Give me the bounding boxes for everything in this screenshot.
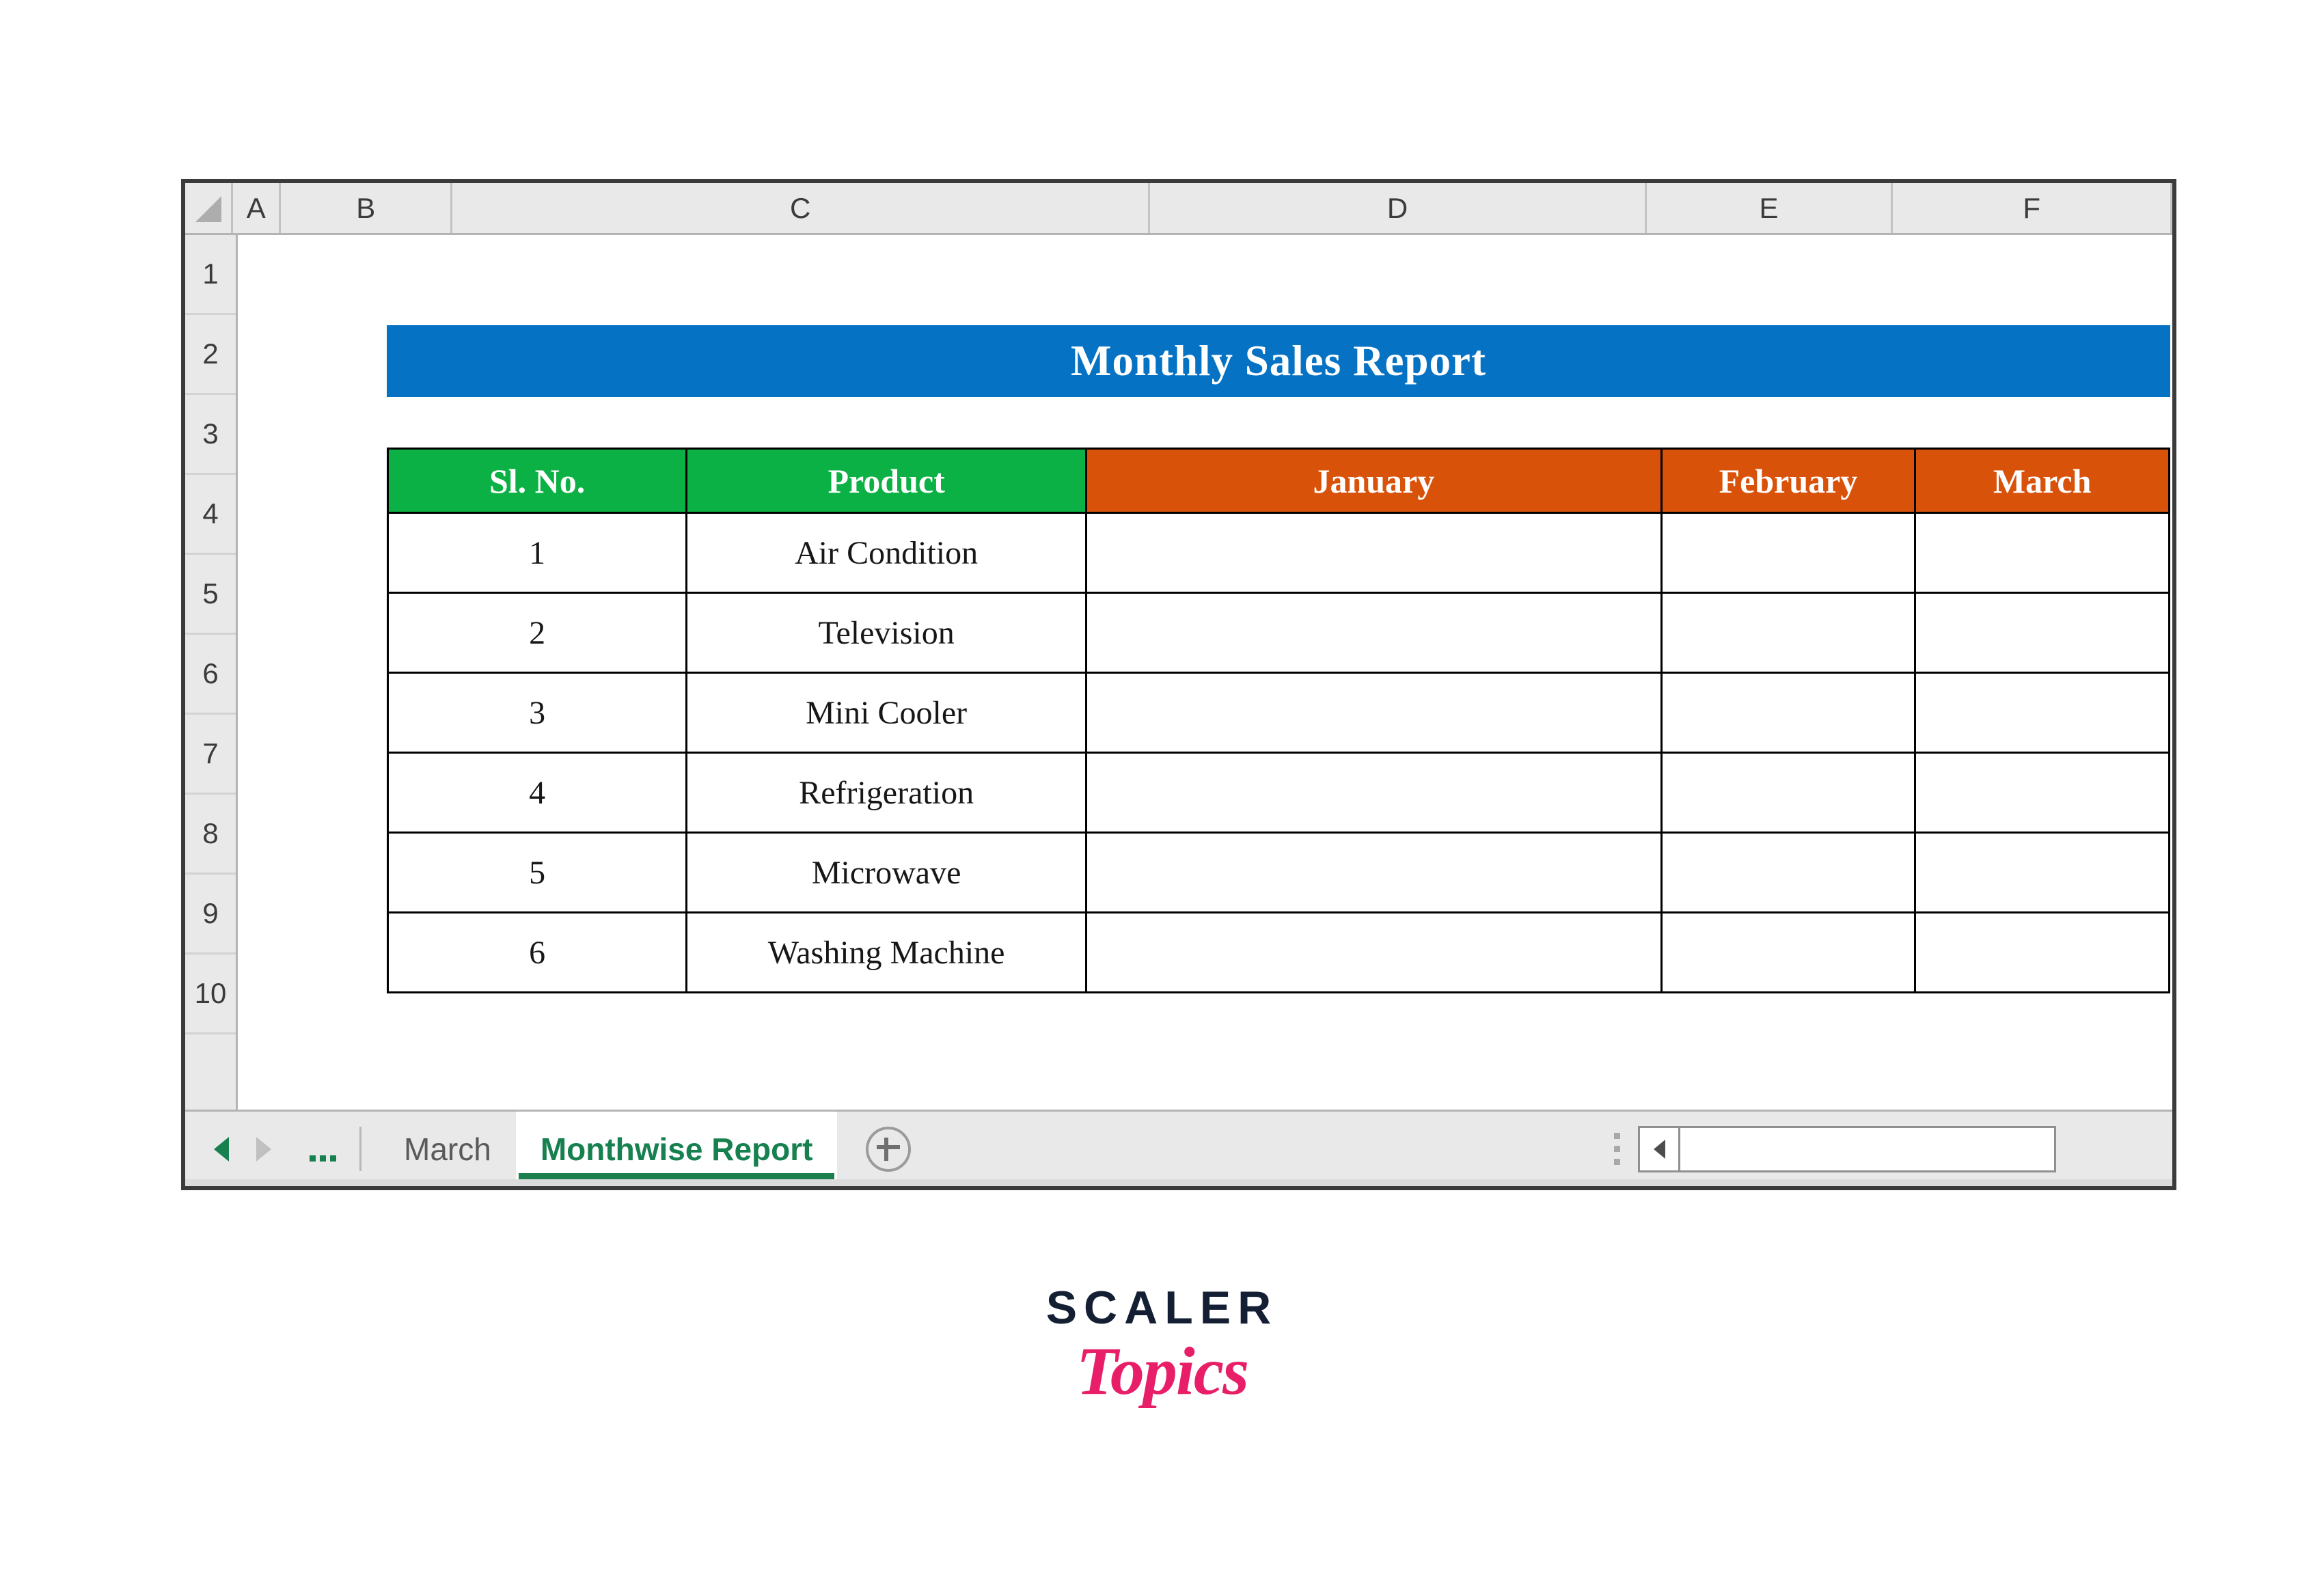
split-handle-icon[interactable] bbox=[1614, 1112, 1620, 1186]
select-all-corner-button[interactable] bbox=[185, 183, 234, 233]
row-header-6[interactable]: 6 bbox=[185, 635, 236, 715]
cell-january[interactable] bbox=[1085, 832, 1663, 913]
cell-march[interactable] bbox=[1914, 832, 2170, 913]
column-header-f[interactable]: F bbox=[1893, 183, 2172, 233]
cell-product[interactable]: Refrigeration bbox=[685, 752, 1088, 834]
scroll-left-arrow-icon bbox=[1653, 1139, 1665, 1159]
column-header-c[interactable]: C bbox=[452, 183, 1151, 233]
nav-prev-arrow-icon[interactable] bbox=[214, 1136, 229, 1162]
cell-march[interactable] bbox=[1914, 592, 2170, 674]
cell-january[interactable] bbox=[1085, 752, 1663, 834]
horizontal-scrollbar[interactable] bbox=[1638, 1112, 2056, 1186]
row-header-7[interactable]: 7 bbox=[185, 715, 236, 795]
window-bottom-strip bbox=[185, 1179, 2172, 1186]
column-header-d[interactable]: D bbox=[1150, 183, 1647, 233]
column-header-row: A B C D E F bbox=[185, 183, 2172, 235]
logo-primary-text: SCALER bbox=[1045, 1282, 1279, 1334]
column-header-e[interactable]: E bbox=[1646, 183, 1894, 233]
cell-january[interactable] bbox=[1085, 512, 1663, 594]
cell-sl-no[interactable]: 4 bbox=[386, 752, 688, 834]
row-header-8[interactable]: 8 bbox=[185, 795, 236, 875]
scroll-track[interactable] bbox=[1680, 1125, 2056, 1172]
sheet-tab-bar: March Monthwise Report bbox=[185, 1110, 2172, 1186]
tab-bar-spacer bbox=[940, 1112, 1614, 1186]
add-sheet-plus-icon bbox=[866, 1126, 912, 1172]
table-row: 5 Microwave bbox=[386, 832, 2170, 913]
tab-ellipsis-icon[interactable] bbox=[310, 1134, 336, 1164]
cell-february[interactable] bbox=[1660, 592, 1917, 674]
row-header-1[interactable]: 1 bbox=[185, 235, 236, 315]
table-header-march[interactable]: March bbox=[1914, 448, 2170, 514]
report-title-banner[interactable]: Monthly Sales Report bbox=[387, 325, 2170, 397]
table-row: 3 Mini Cooler bbox=[386, 672, 2170, 754]
table-row: 2 Television bbox=[386, 592, 2170, 674]
cell-product[interactable]: Mini Cooler bbox=[685, 672, 1088, 754]
cell-march[interactable] bbox=[1914, 672, 2170, 754]
worksheet-grid-area[interactable]: Monthly Sales Report Sl. No. Product Jan… bbox=[240, 237, 2172, 1186]
row-header-10[interactable]: 10 bbox=[185, 954, 236, 1034]
scroll-left-button[interactable] bbox=[1638, 1125, 1680, 1172]
cell-february[interactable] bbox=[1660, 911, 1917, 993]
nav-next-arrow-icon[interactable] bbox=[256, 1136, 271, 1162]
cell-sl-no[interactable]: 6 bbox=[386, 911, 688, 993]
cell-sl-no[interactable]: 2 bbox=[386, 592, 688, 674]
add-sheet-button[interactable] bbox=[837, 1112, 940, 1186]
monthly-sales-table: Sl. No. Product January February March 1… bbox=[386, 448, 2170, 993]
row-header-4[interactable]: 4 bbox=[185, 475, 236, 555]
cell-february[interactable] bbox=[1660, 672, 1917, 754]
table-row: 4 Refrigeration bbox=[386, 752, 2170, 834]
cell-march[interactable] bbox=[1914, 911, 2170, 993]
cell-product[interactable]: Washing Machine bbox=[685, 911, 1088, 993]
tab-separator bbox=[359, 1127, 361, 1171]
cell-sl-no[interactable]: 3 bbox=[386, 672, 688, 754]
row-header-9[interactable]: 9 bbox=[185, 875, 236, 954]
row-header-5[interactable]: 5 bbox=[185, 555, 236, 635]
scaler-topics-logo: SCALER Topics bbox=[0, 1284, 2324, 1407]
cell-january[interactable] bbox=[1085, 592, 1663, 674]
column-header-a[interactable]: A bbox=[233, 183, 282, 233]
cell-february[interactable] bbox=[1660, 832, 1917, 913]
cell-february[interactable] bbox=[1660, 512, 1917, 594]
row-header-2[interactable]: 2 bbox=[185, 315, 236, 395]
table-row: 1 Air Condition bbox=[386, 512, 2170, 594]
cell-march[interactable] bbox=[1914, 512, 2170, 594]
cell-product[interactable]: Microwave bbox=[685, 832, 1088, 913]
cell-march[interactable] bbox=[1914, 752, 2170, 834]
cell-february[interactable] bbox=[1660, 752, 1917, 834]
cell-product[interactable]: Air Condition bbox=[685, 512, 1088, 594]
cell-january[interactable] bbox=[1085, 672, 1663, 754]
row-header-column: 1 2 3 4 5 6 7 8 9 10 bbox=[185, 235, 238, 1186]
cell-sl-no[interactable]: 1 bbox=[386, 512, 688, 594]
sheet-tab-march[interactable]: March bbox=[379, 1112, 516, 1186]
sheet-tab-navigation bbox=[185, 1112, 336, 1186]
table-header-row: Sl. No. Product January February March bbox=[386, 448, 2170, 514]
cell-product[interactable]: Television bbox=[685, 592, 1088, 674]
column-header-b[interactable]: B bbox=[281, 183, 453, 233]
sheet-tab-monthwise-report[interactable]: Monthwise Report bbox=[515, 1112, 838, 1186]
excel-spreadsheet-window: A B C D E F 1 2 3 4 5 6 7 8 9 10 Monthly… bbox=[181, 179, 2176, 1190]
cell-sl-no[interactable]: 5 bbox=[386, 832, 688, 913]
table-header-sl-no[interactable]: Sl. No. bbox=[386, 448, 688, 514]
table-header-february[interactable]: February bbox=[1660, 448, 1917, 514]
row-header-3[interactable]: 3 bbox=[185, 395, 236, 475]
cell-january[interactable] bbox=[1085, 911, 1663, 993]
table-header-january[interactable]: January bbox=[1085, 448, 1663, 514]
logo-secondary-text: Topics bbox=[1076, 1333, 1249, 1409]
select-all-triangle-icon bbox=[195, 196, 222, 222]
table-header-product[interactable]: Product bbox=[685, 448, 1088, 514]
table-row: 6 Washing Machine bbox=[386, 911, 2170, 993]
